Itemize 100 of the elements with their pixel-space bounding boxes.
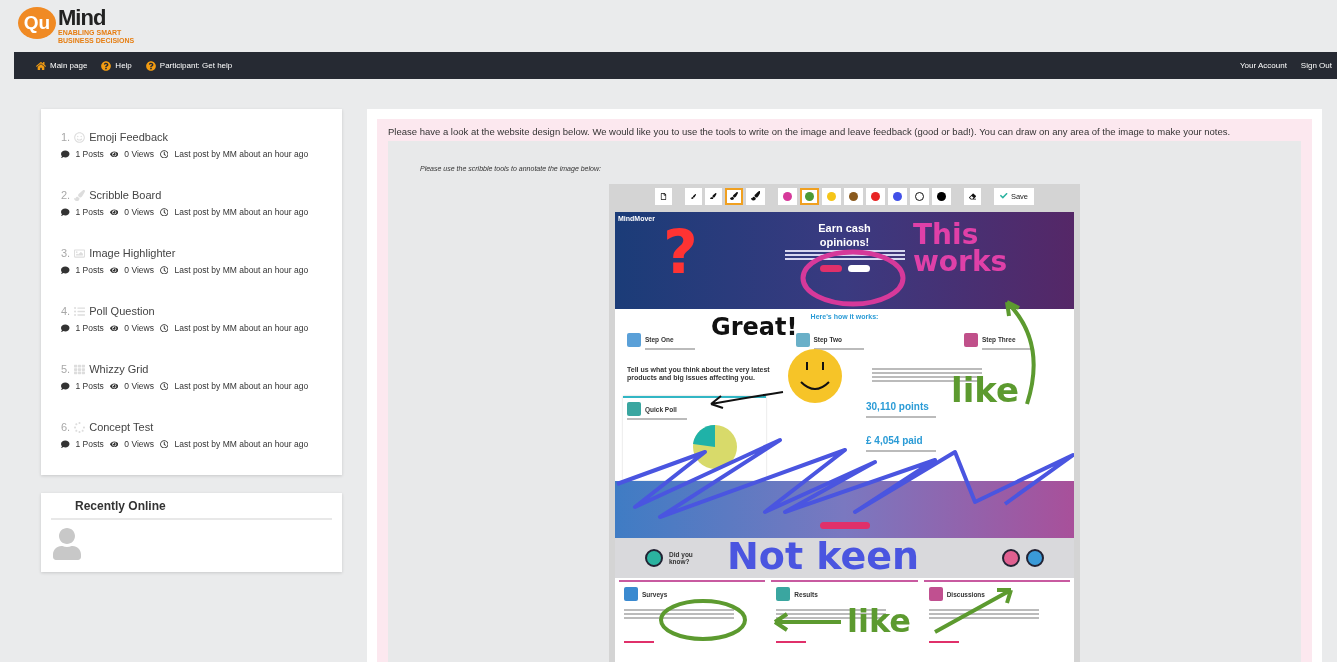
views-count: 0 Views xyxy=(124,265,154,275)
comment-icon xyxy=(61,265,70,275)
clock-icon xyxy=(159,265,169,275)
color-button[interactable] xyxy=(800,187,820,205)
activity-number: 1. xyxy=(61,131,71,143)
card-title: Recently Online xyxy=(51,499,332,520)
card-icon xyxy=(624,587,638,601)
handwritten-note: This works xyxy=(913,222,1009,276)
posts-count: 1 Posts xyxy=(75,381,104,391)
step-icon xyxy=(964,333,978,347)
hero-title: Earn cash xyxy=(818,222,871,234)
help-icon xyxy=(145,60,156,71)
activity-title[interactable]: Whizzy Grid xyxy=(89,363,149,375)
brush-icon xyxy=(729,192,738,200)
nav-link[interactable]: Sign Out xyxy=(1300,61,1332,70)
page-icon xyxy=(659,192,667,200)
posts-count: 1 Posts xyxy=(75,207,104,217)
views-count: 0 Views xyxy=(124,207,154,217)
comment-icon xyxy=(61,207,70,217)
activity-number: 6. xyxy=(61,421,71,433)
help-icon xyxy=(101,60,112,71)
eye-icon xyxy=(109,149,119,159)
poll-icon xyxy=(627,402,641,416)
posts-count: 1 Posts xyxy=(75,323,104,333)
image-icon xyxy=(74,247,86,259)
handwritten-note: like xyxy=(847,606,912,637)
smiley-icon xyxy=(74,131,86,143)
grid-icon xyxy=(74,363,86,375)
question-bubble-icon xyxy=(1026,549,1044,567)
last-post: Last post by MM about an hour ago xyxy=(174,207,309,217)
handwritten-note: ? xyxy=(663,224,698,281)
brush-size-button[interactable] xyxy=(724,187,743,205)
activity-number: 3. xyxy=(61,247,71,259)
arrow-scribble xyxy=(773,612,843,632)
last-post: Last post by MM about an hour ago xyxy=(174,381,309,391)
brush-icon xyxy=(690,193,696,199)
views-count: 0 Views xyxy=(124,439,154,449)
instructions: Please have a look at the website design below. We would like you to use the tools to write on the image and leave feedback (good or bad!). You can draw on any area of the image to make your notes. xyxy=(388,126,1232,137)
signup-pill xyxy=(819,265,842,272)
activity-number: 2. xyxy=(61,189,71,201)
eraser-button[interactable] xyxy=(964,187,982,205)
list-icon xyxy=(74,305,86,317)
clock-icon xyxy=(159,149,169,159)
smiley-drawing xyxy=(788,349,842,403)
activity-number: 4. xyxy=(61,305,71,317)
hero-title: opinions! xyxy=(819,236,870,248)
comment-icon xyxy=(61,323,70,333)
handwritten-note: Not keen xyxy=(727,538,920,575)
last-post: Last post by MM about an hour ago xyxy=(174,323,309,333)
activity-title[interactable]: Scribble Board xyxy=(89,189,162,201)
activity-title[interactable]: Poll Question xyxy=(89,305,155,317)
nav-link[interactable]: Main page xyxy=(36,60,88,71)
question-bubble-icon xyxy=(645,549,663,567)
home-icon xyxy=(36,60,46,71)
views-count: 0 Views xyxy=(124,323,154,333)
handwritten-note: Great! xyxy=(711,316,798,339)
nav-link[interactable]: Participant: Get help xyxy=(145,60,233,71)
eraser-icon xyxy=(969,192,977,200)
step-icon xyxy=(627,333,641,347)
brush-icon xyxy=(710,192,717,200)
nav-link[interactable]: Your Account xyxy=(1240,61,1287,70)
views-count: 0 Views xyxy=(124,149,154,159)
activity-title[interactable]: Concept Test xyxy=(89,421,154,433)
eye-icon xyxy=(109,439,119,449)
login-pill xyxy=(847,265,870,272)
logo-mark: Qu xyxy=(18,7,56,39)
last-post: Last post by MM about an hour ago xyxy=(174,149,309,159)
logo-name: Mind xyxy=(58,7,107,29)
comment-icon xyxy=(61,439,70,449)
activity-title[interactable]: Image Highlighter xyxy=(89,247,176,259)
comment-icon xyxy=(61,149,70,159)
views-count: 0 Views xyxy=(124,381,154,391)
brush-icon xyxy=(74,189,86,201)
check-icon xyxy=(1000,192,1008,200)
clock-icon xyxy=(159,207,169,217)
posts-count: 1 Posts xyxy=(75,439,104,449)
card-icon xyxy=(776,587,791,601)
last-post: Last post by MM about an hour ago xyxy=(174,265,309,275)
last-post: Last post by MM about an hour ago xyxy=(174,439,309,449)
eye-icon xyxy=(109,265,119,275)
clock-icon xyxy=(159,323,169,333)
handwritten-note: like xyxy=(951,374,1020,407)
eye-icon xyxy=(109,323,119,333)
posts-count: 1 Posts xyxy=(75,265,104,275)
nav-link[interactable]: Help xyxy=(101,60,132,71)
eye-icon xyxy=(109,381,119,391)
register-pill xyxy=(819,522,870,529)
question-bubble-icon xyxy=(1002,549,1020,567)
spinner-icon xyxy=(74,421,86,433)
avatar-icon xyxy=(51,528,83,560)
eye-icon xyxy=(109,207,119,217)
stat-value: 30,110 points xyxy=(866,401,929,412)
activity-title[interactable]: Emoji Feedback xyxy=(89,131,169,143)
card-icon xyxy=(928,587,943,601)
posts-count: 1 Posts xyxy=(75,149,104,159)
clock-icon xyxy=(159,381,169,391)
comment-icon xyxy=(61,381,70,391)
step-icon xyxy=(795,333,810,347)
new-page-button[interactable] xyxy=(654,187,672,205)
brush-icon xyxy=(750,191,761,201)
